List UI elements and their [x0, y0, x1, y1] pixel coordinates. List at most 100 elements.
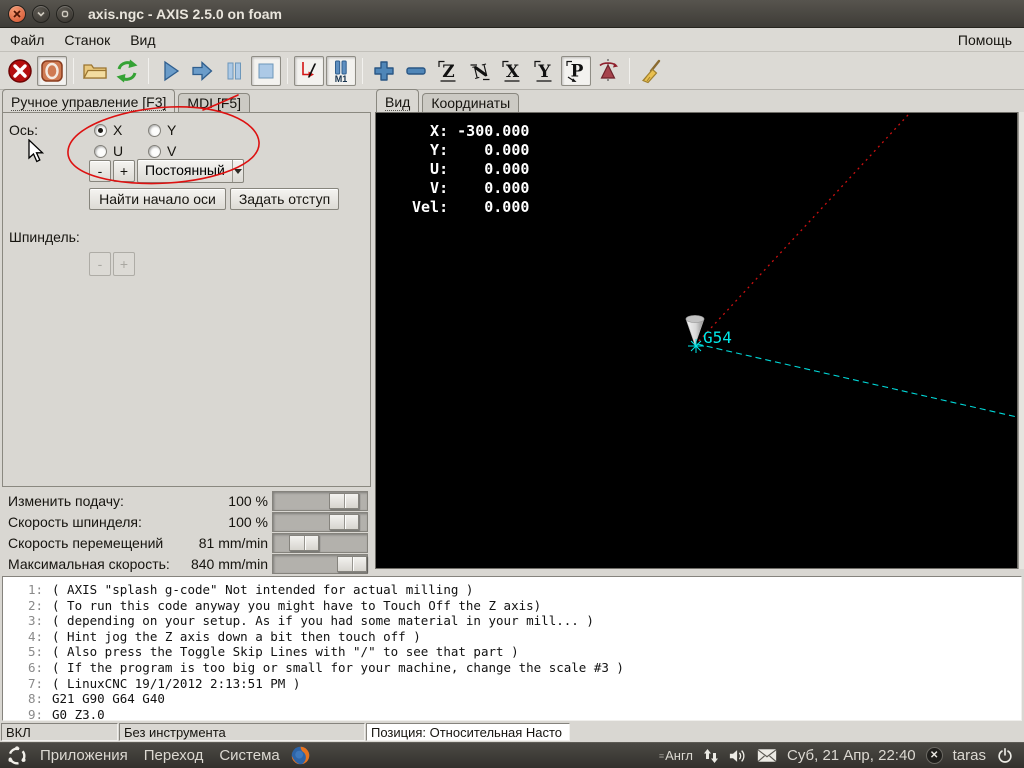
toolbar-separator	[148, 57, 149, 84]
gcode-line[interactable]: 9: G0 Z3.0	[3, 707, 1021, 723]
tab-mdi[interactable]: MDI [F5]	[178, 93, 251, 112]
open-file-button[interactable]	[80, 56, 110, 86]
ubuntu-logo-icon	[8, 745, 26, 765]
run-program-button[interactable]	[155, 56, 185, 86]
window-close-button[interactable]	[8, 4, 26, 23]
spindle-plus-button[interactable]: +	[113, 252, 135, 276]
menubar: Файл Станок Вид Помощь	[0, 28, 1024, 52]
panel-menu-places[interactable]: Переход	[136, 747, 212, 764]
mail-icon[interactable]	[757, 748, 777, 763]
gcode-listing[interactable]: 1:( AXIS "splash g-code" Not intended fo…	[2, 576, 1022, 723]
estop-button[interactable]	[5, 56, 35, 86]
radio-axis-x[interactable]	[94, 124, 107, 137]
gcode-line[interactable]: 2:( To run this code anyway you might ha…	[3, 598, 1021, 614]
gcode-line[interactable]: 3:( depending on your setup. As if you h…	[3, 613, 1021, 629]
rotate-view-button[interactable]	[593, 56, 623, 86]
menu-help[interactable]: Помощь	[946, 29, 1024, 51]
spindle-override-slider[interactable]	[272, 512, 368, 532]
clear-plot-button[interactable]	[636, 56, 666, 86]
view-y-button[interactable]: Y	[529, 56, 559, 86]
menu-file[interactable]: Файл	[0, 29, 54, 51]
svg-text:Y: Y	[537, 62, 551, 82]
view-y-icon: Y	[534, 60, 552, 82]
slider-handle[interactable]	[329, 493, 359, 509]
stop-icon	[258, 63, 274, 78]
menu-view[interactable]: Вид	[120, 29, 165, 51]
estop-icon	[8, 58, 32, 83]
gcode-line[interactable]: 4:( Hint jog the Z axis down a bit then …	[3, 629, 1021, 645]
radio-axis-y[interactable]	[148, 124, 161, 137]
view-z-button[interactable]: Z	[433, 56, 463, 86]
tab-manual-control[interactable]: Ручное управление [F3]	[2, 89, 176, 112]
gcode-line[interactable]: 1:( AXIS "splash g-code" Not intended fo…	[3, 582, 1021, 598]
window-maximize-button[interactable]	[56, 4, 74, 23]
user-status-icon[interactable]: ✕	[925, 747, 943, 764]
zoom-out-button[interactable]	[401, 56, 431, 86]
max-velocity-slider[interactable]	[272, 554, 368, 574]
statusbar: ВКЛ Без инструмента Позиция: Относительн…	[0, 722, 1024, 742]
username[interactable]: taras	[953, 747, 986, 764]
zoom-out-icon	[406, 66, 426, 75]
tab-preview[interactable]: Вид	[376, 89, 420, 112]
touch-off-button[interactable]: Задать отступ	[230, 188, 339, 210]
toggle-skip-lines-button[interactable]: /	[294, 55, 324, 86]
network-arrows-icon[interactable]	[703, 748, 719, 764]
slider-handle[interactable]	[337, 556, 367, 572]
panel-menu-system[interactable]: Система	[211, 747, 287, 764]
machine-power-icon	[41, 59, 63, 82]
view-p-button[interactable]: P	[561, 55, 591, 86]
jog-speed-slider[interactable]	[272, 533, 368, 553]
toolbar-separator	[629, 57, 630, 84]
view-x-button[interactable]: X	[497, 56, 527, 86]
gcode-line[interactable]: 5:( Also press the Toggle Skip Lines wit…	[3, 644, 1021, 660]
pause-program-button[interactable]	[219, 56, 249, 86]
svg-text:Z: Z	[442, 62, 454, 82]
radio-axis-u[interactable]	[94, 145, 107, 158]
gcode-line[interactable]: 8: G21 G90 G64 G40	[3, 691, 1021, 707]
spindle-minus-button[interactable]: -	[89, 252, 111, 276]
axis-label: Ось:	[9, 122, 39, 138]
slider-handle[interactable]	[329, 514, 359, 530]
jog-minus-button[interactable]: -	[89, 160, 111, 182]
view-z2-button[interactable]: N	[465, 56, 495, 86]
svg-text:/: /	[307, 61, 317, 81]
optional-pause-icon: M1	[335, 60, 347, 84]
clock[interactable]: Суб, 21 Апр, 22:40	[787, 747, 916, 764]
slider-handle[interactable]	[289, 535, 319, 551]
language-indicator[interactable]: ≡ Англ	[659, 748, 693, 763]
tool-info-field: Без инструмента	[119, 723, 365, 741]
firefox-icon[interactable]	[290, 745, 311, 766]
tab-dro[interactable]: Координаты	[422, 93, 520, 112]
view-z2-icon: N	[470, 60, 491, 83]
power-icon[interactable]	[996, 747, 1014, 765]
svg-text:N: N	[471, 60, 491, 83]
home-axis-button[interactable]: Найти начало оси	[89, 188, 226, 210]
jog-plus-button[interactable]: +	[113, 160, 135, 182]
step-line-button[interactable]	[187, 56, 217, 86]
g54-label: G54	[703, 328, 732, 347]
feed-override-slider[interactable]	[272, 491, 368, 511]
radio-axis-v[interactable]	[148, 145, 161, 158]
volume-icon[interactable]	[729, 748, 747, 764]
panel-menu-applications[interactable]: Приложения	[32, 747, 136, 764]
zoom-in-button[interactable]	[369, 56, 399, 86]
reload-file-button[interactable]	[112, 56, 142, 86]
stop-program-button[interactable]	[251, 55, 281, 86]
view-z-icon: Z	[438, 60, 456, 82]
view-p-icon: P	[566, 60, 584, 82]
menu-machine[interactable]: Станок	[54, 29, 120, 51]
gcode-line[interactable]: 6:( If the program is too big or small f…	[3, 660, 1021, 676]
chevron-down-icon	[231, 160, 243, 182]
svg-text:X: X	[506, 62, 520, 82]
gcode-line[interactable]: 7:( LinuxCNC 19/1/2012 2:13:51 PM )	[3, 676, 1021, 692]
window-titlebar: axis.ngc - AXIS 2.5.0 on foam	[0, 0, 1024, 28]
window-minimize-button[interactable]	[32, 4, 50, 23]
rapid-trace-line	[697, 114, 909, 343]
toolbar-separator	[362, 57, 363, 84]
jog-mode-dropdown[interactable]: Постоянный	[137, 159, 244, 183]
machine-power-button[interactable]	[37, 55, 67, 86]
backplot-preview[interactable]: X: -300.000 Y: 0.000 U: 0.000 V: 0.000 V…	[375, 112, 1018, 569]
toolbar-separator	[287, 57, 288, 84]
feed-trace-line	[696, 343, 1017, 418]
toggle-optional-pause-button[interactable]: M1	[326, 55, 356, 86]
